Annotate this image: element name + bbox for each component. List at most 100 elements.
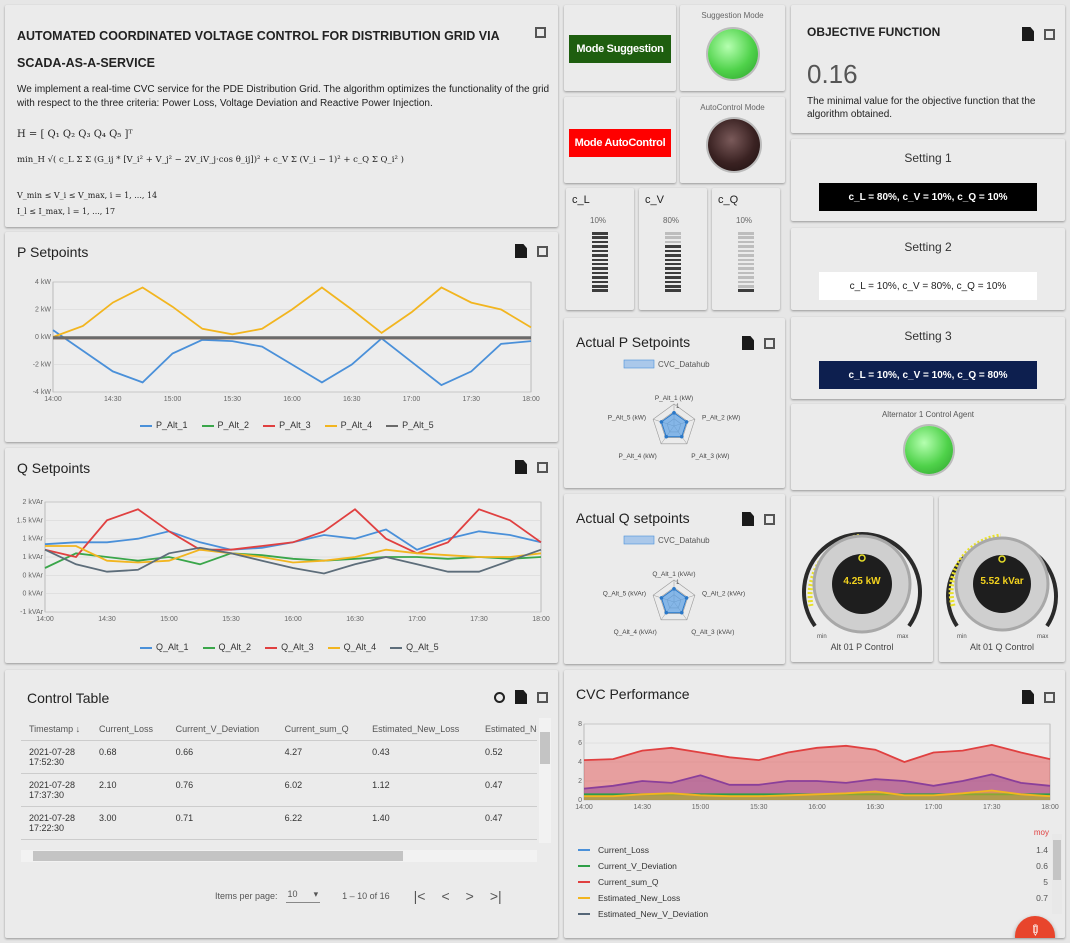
export-icon[interactable]: [742, 336, 754, 350]
x-tick-label: 14:30: [633, 804, 651, 811]
fullscreen-icon[interactable]: [537, 245, 548, 257]
weight-bar-segment: [592, 262, 608, 266]
legend-item[interactable]: Estimated_New_V_Deviation: [578, 906, 1048, 922]
table-column-header[interactable]: Timestamp ↓: [21, 718, 91, 741]
mode-suggestion-button[interactable]: Mode Suggestion: [569, 35, 671, 63]
table-cell: 1.40: [364, 806, 477, 840]
legend-item[interactable]: Current_Loss 1.4: [578, 842, 1048, 858]
search-icon[interactable]: [494, 691, 505, 703]
prev-page-icon[interactable]: <: [441, 888, 449, 904]
table-row[interactable]: 2021-07-28 17:22:30 3.00 0.71 6.22 1.40 0.47: [21, 806, 537, 840]
weight-bar-segment: [665, 240, 681, 244]
legend-label: Q_Alt_1: [156, 642, 189, 652]
actual-p-panel: Actual P Setpoints CVC_Datahub 1 P_Alt_1 (…: [564, 318, 785, 488]
weight-bar-segment: [592, 289, 608, 292]
fullscreen-icon[interactable]: [535, 27, 546, 38]
legend-item[interactable]: P_Alt_3: [263, 420, 311, 430]
table-cell: 6.02: [276, 773, 365, 807]
actual-p-title: Actual P Setpoints: [576, 334, 691, 350]
table-cell: 1.12: [364, 773, 477, 807]
table-column-header[interactable]: Current_Loss: [91, 718, 168, 741]
setting-apply-button[interactable]: c_L = 80%, c_V = 10%, c_Q = 10%: [819, 183, 1037, 211]
export-icon[interactable]: [742, 512, 754, 526]
fullscreen-icon[interactable]: [1044, 28, 1055, 40]
table-column-header[interactable]: Current_V_Deviation: [167, 718, 277, 741]
table-scroll-area[interactable]: Timestamp ↓ Current_Loss Current_V_Deviati…: [21, 718, 537, 843]
legend-item[interactable]: Q_Alt_4: [327, 642, 376, 652]
last-page-icon[interactable]: >|: [490, 888, 502, 904]
q-setpoints-chart: 2 kVAr 1.5 kVAr 1 kVAr 1 kVAr 0 kVAr 0 kVAr -1…: [17, 499, 550, 623]
table-cell: 0.68: [91, 740, 168, 774]
legend-item[interactable]: Estimated_New_Loss 0.7: [578, 890, 1048, 906]
legend-value: 1.4: [1036, 845, 1048, 855]
setting-apply-button[interactable]: c_L = 10%, c_V = 10%, c_Q = 80%: [819, 361, 1037, 389]
weight-bar-segment: [738, 289, 754, 292]
gauge-min-label: min: [957, 634, 967, 640]
table-cell: 0.76: [167, 773, 277, 807]
fullscreen-icon[interactable]: [1044, 691, 1055, 703]
legend-item[interactable]: P_Alt_5: [386, 420, 434, 430]
weight-bar-segment: [665, 262, 681, 266]
weight-bar-segment: [592, 276, 608, 279]
fullscreen-icon[interactable]: [764, 337, 775, 349]
weight-bar-segment: [592, 280, 608, 284]
weight-panel-c-l: c_L 10%: [566, 188, 634, 310]
suggestion-status-panel: Suggestion Mode: [680, 5, 785, 91]
q-control-gauge-panel: min max 5.52 kVar Alt 01 Q Control: [939, 496, 1065, 662]
agent-title: Alternator 1 Control Agent: [881, 410, 975, 419]
legend-scrollbar[interactable]: [1052, 834, 1062, 914]
legend-item[interactable]: P_Alt_2: [201, 420, 249, 430]
next-page-icon[interactable]: >: [466, 888, 474, 904]
x-tick-label: 14:00: [36, 616, 54, 623]
legend-item[interactable]: Q_Alt_2: [202, 642, 251, 652]
legend-item[interactable]: P_Alt_1: [140, 420, 188, 430]
fullscreen-icon[interactable]: [764, 513, 775, 525]
legend-item[interactable]: Q_Alt_3: [265, 642, 314, 652]
cvc-performance-title: CVC Performance: [576, 686, 690, 702]
radar-point: [679, 434, 684, 439]
horizontal-scrollbar[interactable]: [21, 850, 537, 862]
export-icon[interactable]: [515, 690, 527, 704]
weight-bar-segment: [592, 245, 608, 248]
weight-bar-segment: [592, 267, 608, 270]
weight-panel-c-v: c_V 80%: [639, 188, 707, 310]
legend-value: 5: [1043, 877, 1048, 887]
radar-point: [684, 596, 689, 600]
table-column-header[interactable]: Estimated_New_V_: [476, 718, 537, 741]
export-icon[interactable]: [515, 244, 527, 258]
weight-bar-segment: [738, 249, 754, 253]
actual-q-radar: CVC_Datahub 1 Q_Alt_1 (kVAr) Q_Alt_2 (kVAr)…: [603, 535, 745, 636]
weight-bar-segment: [738, 285, 754, 288]
x-tick-label: 14:30: [104, 396, 122, 403]
export-icon[interactable]: [515, 460, 527, 474]
agent-status-lamp: [905, 426, 953, 474]
vertical-scrollbar[interactable]: [539, 718, 551, 843]
legend-label: P_Alt_3: [279, 420, 311, 430]
fullscreen-icon[interactable]: [537, 461, 548, 473]
first-page-icon[interactable]: |<: [414, 888, 426, 904]
legend-value: 0.6: [1036, 861, 1048, 871]
legend-item[interactable]: P_Alt_4: [324, 420, 372, 430]
table-column-header[interactable]: Current_sum_Q: [276, 718, 365, 741]
export-icon[interactable]: [1022, 27, 1034, 41]
mode-autocontrol-button[interactable]: Mode AutoControl: [569, 129, 671, 157]
legend-item[interactable]: Q_Alt_5: [390, 642, 439, 652]
table-column-header[interactable]: Estimated_New_Loss: [364, 718, 477, 741]
legend-item[interactable]: Current_V_Deviation 0.6: [578, 858, 1048, 874]
legend-item[interactable]: Current_sum_Q 5: [578, 874, 1048, 890]
autocontrol-status-lamp: [708, 119, 760, 171]
weight-bar-segment: [738, 271, 754, 275]
items-per-page-select[interactable]: 10 ▾: [285, 889, 321, 903]
weight-bar-segment: [665, 289, 681, 292]
table-row[interactable]: 2021-07-28 17:52:30 0.68 0.66 4.27 0.43 0.52: [21, 740, 537, 774]
x-tick-label: 15:00: [160, 616, 178, 623]
legend-item[interactable]: Q_Alt_1: [140, 642, 189, 652]
setting-apply-button[interactable]: c_L = 10%, c_V = 80%, c_Q = 10%: [819, 272, 1037, 300]
weight-bar-segment: [738, 267, 754, 270]
control-table: Timestamp ↓ Current_Loss Current_V_Deviati…: [21, 718, 537, 840]
p-setpoints-panel: P Setpoints 4 kW 2 kW 0 kW -2 kW -4 kW 14:00 1…: [5, 232, 558, 442]
weight-bar-segment: [592, 232, 608, 235]
export-icon[interactable]: [1022, 690, 1034, 704]
fullscreen-icon[interactable]: [537, 691, 548, 703]
table-row[interactable]: 2021-07-28 17:37:30 2.10 0.76 6.02 1.12 0.47: [21, 773, 537, 807]
